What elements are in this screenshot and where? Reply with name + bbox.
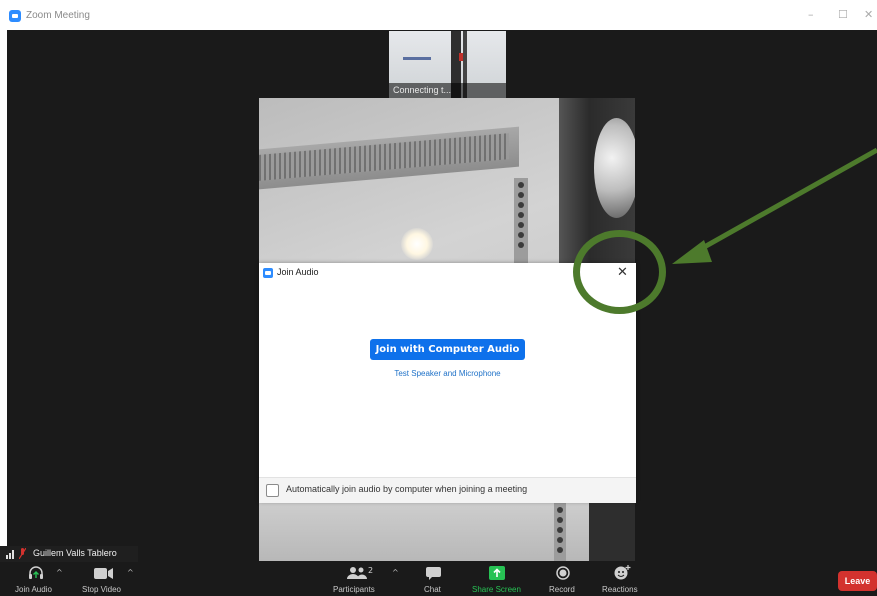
minimize-button[interactable]: – (808, 8, 814, 21)
thumbnail-caption: Connecting t... (389, 83, 506, 98)
thumbnail-sign (403, 57, 431, 60)
video-ceiling-light (401, 228, 433, 260)
reactions-button[interactable]: Reactions (601, 562, 643, 596)
audio-options-caret[interactable]: ^ (56, 568, 63, 577)
participants-button[interactable]: 2 Participants (332, 562, 384, 596)
headphones-icon (29, 566, 43, 579)
participants-icon (347, 567, 367, 579)
participant-thumbnail[interactable]: Connecting t... (389, 31, 506, 98)
reactions-label: Reactions (602, 585, 638, 594)
chat-button[interactable]: Chat (420, 562, 448, 596)
video-options-caret[interactable]: ^ (127, 568, 134, 577)
video-bottom-area (259, 498, 635, 561)
share-screen-icon (489, 566, 505, 580)
leave-meeting-button[interactable]: Leave (838, 571, 877, 591)
zoom-logo-icon (9, 10, 21, 22)
participants-count: 2 (368, 566, 374, 575)
close-window-button[interactable]: ✕ (864, 8, 873, 21)
video-chrome-fixture (594, 118, 635, 218)
participant-name-tag: Guillem Valls Tablero (0, 546, 138, 562)
participants-label: Participants (333, 585, 375, 594)
stop-video-label: Stop Video (82, 585, 121, 594)
meeting-toolbar: Join Audio ^ Stop Video ^ 2 Participants… (0, 562, 877, 596)
video-speaker-column (514, 178, 528, 268)
join-audio-dialog: Join Audio ✕ Join with Computer Audio Te… (259, 263, 636, 503)
join-audio-label: Join Audio (15, 585, 52, 594)
window-titlebar: Zoom Meeting – ☐ ✕ (0, 0, 877, 30)
share-screen-label: Share Screen (472, 585, 521, 594)
signal-strength-icon (6, 550, 16, 559)
video-speaker-column-lower (554, 503, 566, 561)
record-label: Record (549, 585, 575, 594)
join-with-computer-audio-button[interactable]: Join with Computer Audio (370, 339, 525, 360)
auto-join-audio-label[interactable]: Automatically join audio by computer whe… (286, 484, 527, 494)
test-speaker-microphone-link[interactable]: Test Speaker and Microphone (259, 369, 636, 378)
reactions-smiley-icon (614, 565, 631, 580)
window-title: Zoom Meeting (26, 10, 90, 21)
video-camera-icon (94, 568, 113, 579)
chat-label: Chat (424, 585, 441, 594)
thumbnail-red-mark (459, 53, 463, 61)
participants-options-caret[interactable]: ^ (392, 568, 399, 577)
share-screen-button[interactable]: Share Screen (470, 562, 524, 596)
stop-video-button[interactable]: Stop Video (82, 562, 130, 596)
dialog-footer: Automatically join audio by computer whe… (259, 477, 636, 503)
zoom-logo-icon (263, 268, 273, 278)
participant-name: Guillem Valls Tablero (33, 548, 117, 558)
record-icon (556, 566, 570, 580)
dialog-title: Join Audio (277, 267, 319, 277)
record-button[interactable]: Record (547, 562, 579, 596)
auto-join-audio-checkbox[interactable] (266, 484, 279, 497)
annotation-circle (573, 230, 666, 314)
chat-bubble-icon (426, 567, 441, 580)
maximize-button[interactable]: ☐ (838, 8, 848, 21)
video-dark-wall-lower (589, 498, 635, 561)
mic-muted-icon (19, 548, 26, 559)
join-audio-button[interactable]: Join Audio (12, 562, 58, 596)
